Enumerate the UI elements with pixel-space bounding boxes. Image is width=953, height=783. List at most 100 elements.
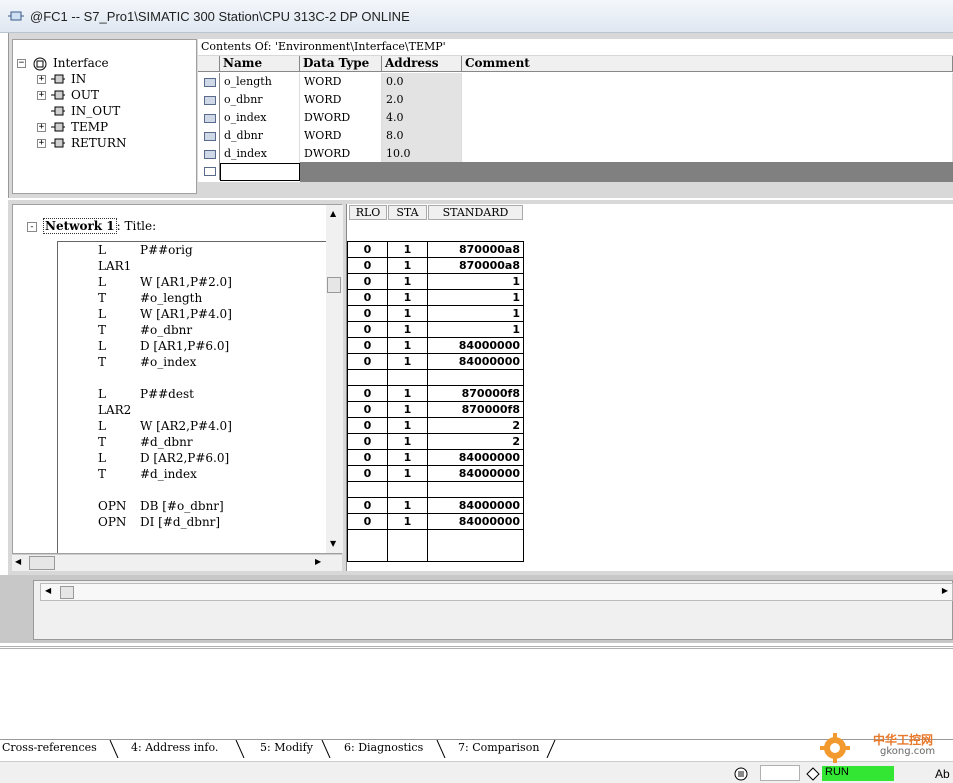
- tray-scroll-right-icon[interactable]: ▶: [942, 586, 948, 595]
- parameter-icon: [51, 122, 65, 132]
- stl-editor[interactable]: - Network 1: Title: L P##orig LAR1 L W [AR1,…: [12, 204, 342, 554]
- cell-name[interactable]: d_index: [220, 145, 300, 163]
- status-standard: 870000f8: [427, 386, 524, 402]
- watermark-url: gkong.com: [880, 746, 936, 757]
- bottom-tray: ◀ ▶: [0, 575, 953, 643]
- block-icon: [8, 11, 24, 21]
- window-title: @FC1 -- S7_Pro1\SIMATIC 300 Station\CPU …: [30, 9, 410, 24]
- status-abbr: Ab: [935, 767, 950, 781]
- status-sta: 1: [387, 258, 428, 274]
- tab-address-info[interactable]: 4: Address info.: [131, 740, 218, 758]
- col-header-comment[interactable]: Comment: [462, 56, 953, 72]
- horizontal-scrollbar[interactable]: ◀ ▶: [12, 554, 342, 571]
- status-sta: 1: [387, 386, 428, 402]
- cell-comment[interactable]: [462, 91, 953, 109]
- cell-name[interactable]: o_dbnr: [220, 91, 300, 109]
- tray-scroll-thumb[interactable]: [60, 586, 74, 599]
- scroll-down-icon[interactable]: ▼: [330, 539, 336, 548]
- scroll-thumb[interactable]: [327, 277, 341, 293]
- network-collapse-icon[interactable]: -: [27, 222, 37, 232]
- tray-scroll-left-icon[interactable]: ◀: [45, 586, 51, 595]
- expand-icon[interactable]: +: [37, 91, 46, 100]
- status-pane: RLO STA STANDARD 0 1 870000a8 0 1 870000a8 0 1 1…: [346, 204, 953, 571]
- status-standard: 1: [427, 290, 524, 306]
- col-header-address[interactable]: Address: [382, 56, 462, 72]
- cell-address[interactable]: 0.0: [382, 73, 462, 91]
- status-rlo: 0: [347, 466, 388, 482]
- cell-name[interactable]: o_length: [220, 73, 300, 91]
- cell-datatype[interactable]: WORD: [300, 91, 382, 109]
- tab-cross-references[interactable]: Cross-references: [2, 740, 97, 758]
- tray-horizontal-scrollbar[interactable]: ◀ ▶: [40, 583, 953, 601]
- status-rlo: 0: [347, 258, 388, 274]
- status-rlo: 0: [347, 242, 388, 258]
- scroll-right-icon[interactable]: ▶: [315, 557, 321, 566]
- status-sta: 1: [387, 466, 428, 482]
- status-standard: 870000a8: [427, 258, 524, 274]
- collapse-icon[interactable]: −: [17, 59, 26, 68]
- cell-datatype[interactable]: DWORD: [300, 109, 382, 127]
- status-rlo: 0: [347, 402, 388, 418]
- cell-datatype[interactable]: WORD: [300, 73, 382, 91]
- scroll-left-icon[interactable]: ◀: [15, 557, 21, 566]
- cell-address[interactable]: 8.0: [382, 127, 462, 145]
- network-status-icon: [734, 767, 748, 781]
- cell-name[interactable]: o_index: [220, 109, 300, 127]
- tab-diagnostics[interactable]: 6: Diagnostics: [344, 740, 423, 758]
- code-operator: T: [98, 467, 107, 481]
- code-operator: L: [98, 243, 106, 257]
- cell-comment[interactable]: [462, 145, 953, 163]
- row-icon: [204, 167, 216, 176]
- tab-modify[interactable]: 5: Modify: [260, 740, 313, 758]
- col-header-datatype[interactable]: Data Type: [300, 56, 382, 72]
- cell-comment[interactable]: [462, 109, 953, 127]
- expand-icon[interactable]: +: [37, 75, 46, 84]
- cell-address[interactable]: 4.0: [382, 109, 462, 127]
- col-header-name[interactable]: Name: [220, 56, 300, 72]
- expand-icon[interactable]: +: [37, 123, 46, 132]
- cell-address[interactable]: 10.0: [382, 145, 462, 163]
- diagnostic-icon: [806, 767, 820, 781]
- status-standard: 1: [427, 274, 524, 290]
- scroll-thumb-h[interactable]: [29, 556, 55, 570]
- row-header[interactable]: [198, 73, 220, 91]
- cell-comment[interactable]: [462, 73, 953, 91]
- code-operand: W [AR1,P#2.0]: [140, 275, 232, 289]
- code-operand: #d_dbnr: [140, 435, 193, 449]
- status-header-sta: STA: [388, 205, 427, 220]
- code-operator: L: [98, 419, 106, 433]
- cell-datatype[interactable]: DWORD: [300, 145, 382, 163]
- vertical-scrollbar[interactable]: ▲ ▼: [326, 205, 343, 553]
- interface-tree[interactable]: − Interface + IN + OUT IN_OUT + TEMP + RETURN: [12, 39, 197, 194]
- cell-name[interactable]: d_dbnr: [220, 127, 300, 145]
- status-cell: [760, 765, 800, 781]
- details-tabs: Cross-references 4: Address info. 5: Mod…: [0, 739, 953, 761]
- cell-address[interactable]: 2.0: [382, 91, 462, 109]
- status-sta: 1: [387, 450, 428, 466]
- status-standard: 1: [427, 322, 524, 338]
- new-row-gray-fill: [300, 162, 953, 182]
- expand-icon[interactable]: +: [37, 139, 46, 148]
- code-operator: OPN: [98, 499, 127, 513]
- code-operand: D [AR2,P#6.0]: [140, 451, 230, 465]
- row-header[interactable]: [198, 127, 220, 145]
- parameter-icon: [51, 74, 65, 84]
- cell-comment[interactable]: [462, 127, 953, 145]
- code-operator: LAR1: [98, 259, 132, 273]
- tab-separator: [321, 740, 331, 758]
- declaration-table[interactable]: Name Data Type Address Comment o_length W…: [198, 56, 953, 182]
- code-operator: LAR2: [98, 403, 132, 417]
- code-operator: T: [98, 435, 107, 449]
- row-header[interactable]: [198, 109, 220, 127]
- new-variable-input[interactable]: [220, 163, 300, 181]
- row-header[interactable]: [198, 91, 220, 109]
- status-rlo: 0: [347, 290, 388, 306]
- cell-datatype[interactable]: WORD: [300, 127, 382, 145]
- tab-comparison[interactable]: 7: Comparison: [458, 740, 539, 758]
- code-operator: OPN: [98, 515, 127, 529]
- status-sta: 1: [387, 290, 428, 306]
- status-spacer: [347, 226, 524, 242]
- row-header[interactable]: [198, 145, 220, 163]
- network-title[interactable]: Network 1: Title:: [43, 218, 156, 234]
- scroll-up-icon[interactable]: ▲: [330, 209, 336, 218]
